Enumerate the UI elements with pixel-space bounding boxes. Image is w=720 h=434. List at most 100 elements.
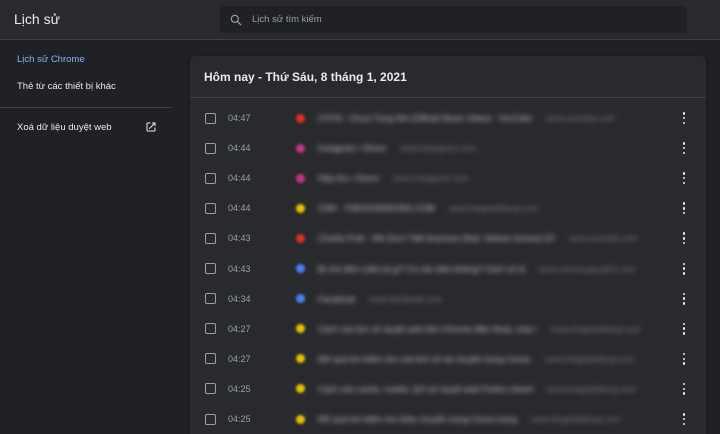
menu-dot [682, 417, 686, 421]
menu-dot [682, 211, 686, 215]
row-page-title-link[interactable]: Cách xóa cache, cookie, lịch sử duyệt we… [318, 384, 533, 394]
row-domain: www.thegioididong.com [547, 383, 637, 394]
history-row[interactable]: 04:25 Cách xóa cache, cookie, lịch sử duy… [190, 374, 706, 404]
menu-dot [682, 262, 686, 265]
history-row[interactable]: 04:44 Instagram • Direct www.instagram.com [190, 133, 706, 163]
menu-dot [682, 207, 686, 210]
site-favicon-icon [296, 203, 305, 213]
clear-browsing-data-label: Xoá dữ liệu duyệt web [17, 121, 112, 133]
row-page-title-link[interactable]: Mở quá tìm kiếm cho links chuyển trang C… [318, 414, 517, 424]
row-checkbox[interactable] [205, 202, 216, 214]
history-row[interactable]: 04:27 Mở quá tìm kiếm cho xoá lịch sử tại… [190, 344, 706, 374]
menu-dot [682, 382, 686, 386]
search-input[interactable] [252, 14, 672, 25]
history-row[interactable]: 04:43 Charlie Puth - We Don't Talk Anymor… [190, 223, 706, 253]
site-favicon-icon [296, 113, 305, 123]
sidebar: Lịch sử Chrome Thẻ từ các thiết bị khác … [0, 40, 172, 434]
row-page-title-link[interactable]: Bị chó liếm (cắn) bị gì? Có cần tiêm khô… [318, 264, 525, 274]
menu-dot [682, 357, 686, 361]
menu-dot [682, 176, 686, 180]
row-page-title-link[interactable]: Instagram • Direct [318, 143, 386, 153]
menu-dot [682, 116, 686, 120]
more-actions-icon[interactable] [678, 292, 690, 306]
menu-dot [682, 237, 686, 240]
row-time: 04:25 [228, 383, 251, 394]
menu-dot [682, 151, 686, 155]
row-domain: www.instagram.com [400, 143, 477, 154]
site-favicon-icon [296, 143, 305, 153]
menu-dot [682, 413, 686, 416]
more-actions-icon[interactable] [678, 322, 690, 336]
menu-dot [682, 292, 686, 296]
more-actions-icon[interactable] [678, 382, 690, 396]
search-box[interactable] [220, 6, 687, 33]
more-actions-icon[interactable] [678, 231, 690, 245]
row-time: 04:44 [228, 143, 251, 154]
more-actions-icon[interactable] [678, 171, 690, 185]
menu-dot [682, 181, 686, 185]
history-row[interactable]: 04:44 Hộp thư • Direct www.instagram.com [190, 163, 706, 193]
menu-dot [682, 302, 686, 305]
sidebar-item-other-devices[interactable]: Thẻ từ các thiết bị khác [17, 81, 116, 92]
menu-dot [682, 387, 686, 391]
row-page-title-link[interactable]: CHYN - Chưa Từng Nói (Official Music Vid… [318, 113, 532, 123]
site-favicon-icon [296, 324, 305, 334]
menu-dot [682, 352, 686, 356]
row-time: 04:43 [228, 263, 251, 274]
row-domain: www.youtube.com [546, 113, 615, 123]
history-row[interactable]: 04:47 CHYN - Chưa Từng Nói (Official Musi… [190, 103, 706, 133]
history-row[interactable]: 04:44 CNN - THEGIOIDIDONG.COM www.thegioid… [190, 193, 706, 223]
more-actions-icon[interactable] [678, 412, 690, 426]
menu-dot [682, 272, 686, 275]
menu-dot [682, 146, 686, 150]
site-favicon-icon [296, 354, 305, 364]
row-checkbox[interactable] [205, 323, 216, 335]
row-checkbox[interactable] [205, 112, 216, 124]
row-checkbox[interactable] [205, 383, 216, 395]
menu-dot [682, 172, 686, 175]
menu-dot [682, 332, 686, 335]
row-domain: www.facebook.com [369, 293, 443, 304]
site-favicon-icon [296, 384, 305, 394]
menu-dot [682, 202, 686, 205]
row-page-title-link[interactable]: Charlie Puth - We Don't Talk Anymore (fe… [318, 233, 555, 243]
row-domain: www.vinmecgiaydich.com [539, 263, 636, 274]
more-actions-icon[interactable] [678, 201, 690, 215]
row-time: 04:27 [228, 353, 251, 364]
toolbar: Lịch sử [0, 0, 720, 40]
row-checkbox[interactable] [205, 353, 216, 365]
more-actions-icon[interactable] [678, 262, 690, 276]
row-time: 04:44 [228, 203, 251, 214]
history-row[interactable]: 04:25 Mở quá tìm kiếm cho links chuyển tr… [190, 404, 706, 434]
menu-dot [682, 121, 686, 124]
menu-dot [682, 322, 686, 326]
row-domain: www.thegioididong.com [449, 203, 539, 214]
menu-dot [682, 232, 686, 235]
row-domain: www.thegioididong.com [545, 353, 635, 364]
row-checkbox[interactable] [205, 232, 216, 244]
row-checkbox[interactable] [205, 293, 216, 305]
more-actions-icon[interactable] [678, 352, 690, 366]
menu-dot [682, 297, 686, 300]
sidebar-item-chrome-history[interactable]: Lịch sử Chrome [17, 54, 85, 65]
row-checkbox[interactable] [205, 263, 216, 274]
menu-dot [682, 327, 686, 330]
row-page-title-link[interactable]: Cách xóa lịch sử duyệt web trên Chrome đ… [318, 324, 537, 334]
row-page-title-link[interactable]: Hộp thư • Direct [318, 173, 379, 183]
external-link-icon [146, 122, 156, 132]
row-checkbox[interactable] [205, 142, 216, 154]
history-row[interactable]: 04:27 Cách xóa lịch sử duyệt web trên Chr… [190, 314, 706, 344]
row-checkbox[interactable] [205, 172, 216, 184]
row-page-title-link[interactable]: Mở quá tìm kiếm cho xoá lịch sử tại chuy… [318, 354, 531, 364]
more-actions-icon[interactable] [678, 141, 690, 155]
history-row[interactable]: 04:43 Bị chó liếm (cắn) bị gì? Có cần tiê… [190, 254, 706, 284]
clear-browsing-data-link[interactable]: Xoá dữ liệu duyệt web [17, 120, 157, 134]
row-time: 04:43 [228, 233, 251, 244]
more-actions-icon[interactable] [678, 111, 690, 125]
row-domain: www.thegioididong.com [551, 323, 641, 334]
history-row[interactable]: 04:34 Facebook www.facebook.com [190, 284, 706, 314]
row-page-title-link[interactable]: Facebook [318, 294, 355, 304]
row-checkbox[interactable] [205, 413, 216, 425]
row-time: 04:27 [228, 323, 251, 334]
row-page-title-link[interactable]: CNN - THEGIOIDIDONG.COM [318, 203, 435, 213]
